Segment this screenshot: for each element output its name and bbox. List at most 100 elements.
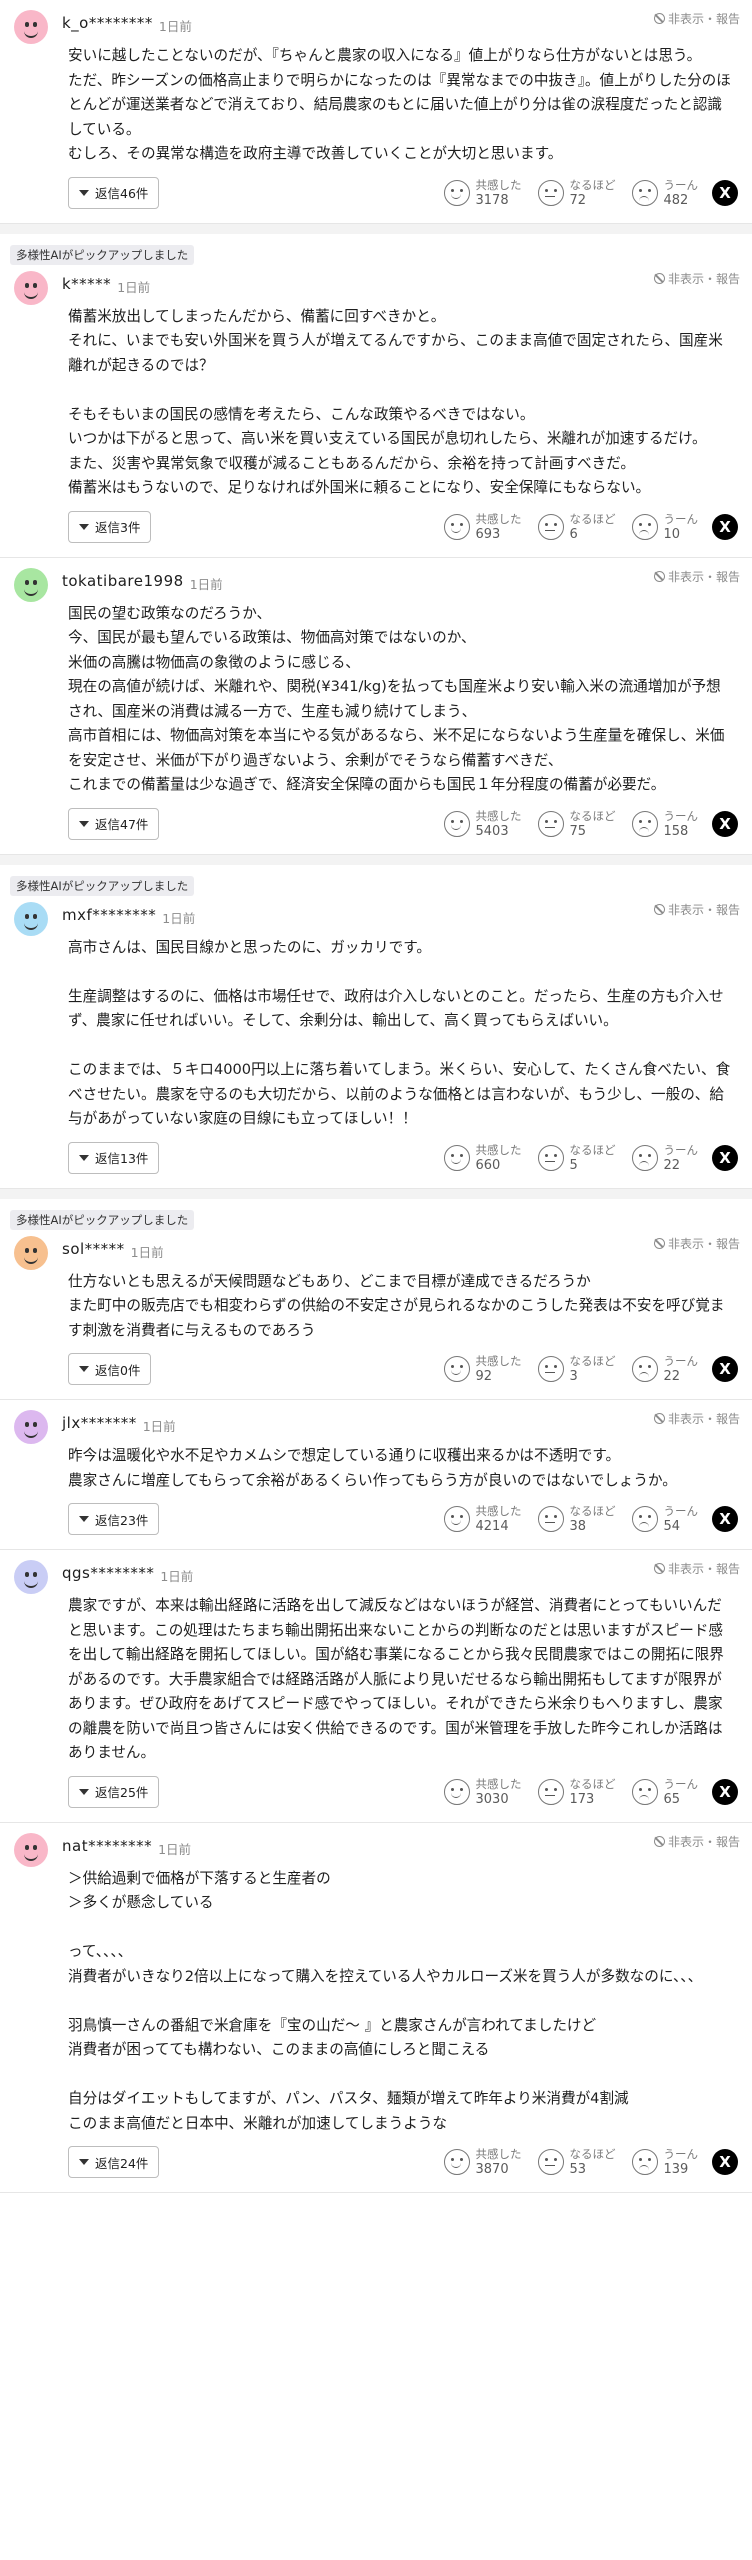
hide-icon: [653, 13, 665, 24]
insight-button[interactable]: なるほど 3: [537, 1353, 616, 1385]
avatar[interactable]: [14, 1235, 48, 1270]
neutral-face-icon: [537, 179, 564, 206]
reaction-count: 693: [475, 526, 501, 542]
hmm-button[interactable]: うーん 22: [631, 1142, 699, 1174]
comment-line: 米価の高騰は物価高の象徴のように感じる、: [68, 653, 360, 671]
hmm-button[interactable]: うーん 65: [631, 1776, 698, 1808]
x-share-icon[interactable]: X: [712, 179, 738, 206]
insight-button[interactable]: なるほど 173: [537, 1776, 616, 1808]
avatar[interactable]: [14, 270, 48, 305]
hide-report-button[interactable]: 非表示・報告: [653, 568, 740, 585]
reaction-label: 共感した: [475, 511, 522, 526]
insight-button[interactable]: なるほど 75: [537, 808, 616, 840]
reaction-count: 5: [569, 1157, 578, 1173]
hide-report-button[interactable]: 非表示・報告: [653, 1560, 740, 1577]
agree-button[interactable]: 共感した 3870: [443, 2146, 522, 2178]
reaction-label: うーん: [663, 1504, 699, 1518]
hmm-button[interactable]: うーん 482: [631, 177, 698, 209]
insight-button[interactable]: なるほど 6: [537, 511, 616, 543]
replies-button[interactable]: 返信24件: [68, 2146, 160, 2178]
comment-line: ＞多くが懸念している: [68, 1894, 214, 1911]
avatar[interactable]: [14, 1410, 48, 1444]
avatar[interactable]: [14, 1832, 48, 1867]
hide-report-button[interactable]: 非表示・報告: [653, 1410, 740, 1427]
insight-button[interactable]: なるほど 38: [537, 1503, 616, 1535]
comment-line: このまま高値だと日本中、米離れが加速してしまうような: [68, 2114, 448, 2132]
reaction-label: 共感した: [475, 177, 522, 192]
hide-icon: [653, 1835, 665, 1847]
replies-button[interactable]: 返信13件: [68, 1141, 160, 1174]
hide-icon: [653, 570, 665, 582]
replies-button[interactable]: 返信25件: [68, 1775, 160, 1808]
hmm-button[interactable]: うーん 139: [631, 2146, 699, 2178]
insight-button[interactable]: なるほど 5: [537, 1142, 616, 1174]
insight-button[interactable]: なるほど 53: [537, 2146, 616, 2178]
frown-icon: [631, 1356, 658, 1382]
comment-body: 農家ですが、本来は輸出経路に活路を出して減反などはないほうが経営、消費者にとって…: [68, 1594, 738, 1766]
username[interactable]: jlx*******: [62, 1414, 137, 1432]
chevron-down-icon: [79, 1154, 89, 1161]
frown-icon: [631, 1506, 658, 1532]
replies-label: 返信25件: [95, 1785, 149, 1800]
x-share-icon[interactable]: X: [712, 1356, 738, 1382]
timestamp: 1日前: [160, 1569, 194, 1584]
chevron-down-icon: [79, 1366, 89, 1372]
agree-button[interactable]: 共感した 5403: [443, 808, 522, 840]
insight-button[interactable]: なるほど 72: [537, 177, 616, 209]
hide-icon: [653, 903, 665, 915]
reaction-label: なるほど: [569, 1776, 616, 1791]
x-share-icon[interactable]: X: [712, 513, 738, 540]
reaction-bar: 共感した 660 なるほど 5 うーん 22 X: [428, 1142, 738, 1174]
replies-button[interactable]: 返信46件: [68, 176, 160, 209]
hmm-button[interactable]: うーん 10: [631, 511, 698, 543]
username[interactable]: k_o********: [62, 14, 153, 32]
reaction-label: うーん: [663, 1142, 699, 1157]
username[interactable]: tokatibare1998: [62, 572, 184, 590]
agree-button[interactable]: 共感した 3178: [443, 177, 522, 209]
username[interactable]: qgs********: [62, 1564, 154, 1582]
avatar[interactable]: [14, 1560, 48, 1594]
x-share-icon[interactable]: X: [712, 1144, 738, 1171]
username[interactable]: nat********: [62, 1837, 152, 1855]
x-share-icon[interactable]: X: [712, 810, 738, 837]
replies-button[interactable]: 返信0件: [68, 1353, 152, 1385]
hide-report-button[interactable]: 非表示・報告: [653, 10, 740, 27]
avatar[interactable]: [14, 901, 48, 936]
hide-report-button[interactable]: 非表示・報告: [653, 901, 740, 918]
reaction-label: なるほど: [569, 808, 616, 823]
comment-line: それに、いまでも安い外国米を買う人が増えてるんですから、このまま高値で固定された…: [68, 332, 723, 374]
agree-button[interactable]: 共感した 660: [443, 1142, 522, 1174]
avatar[interactable]: [14, 10, 48, 44]
avatar[interactable]: [14, 567, 48, 602]
reaction-count: 158: [663, 823, 689, 839]
comment-body: 安いに越したことないのだが、『ちゃんと農家の収入になる』値上がりなら仕方がないと…: [68, 44, 738, 167]
hide-report-button[interactable]: 非表示・報告: [653, 270, 740, 287]
replies-button[interactable]: 返信47件: [68, 807, 160, 840]
hide-report-button[interactable]: 非表示・報告: [653, 1235, 740, 1252]
username[interactable]: mxf********: [62, 906, 156, 924]
hide-report-button[interactable]: 非表示・報告: [653, 1833, 740, 1850]
username[interactable]: k*****: [62, 275, 111, 293]
reaction-label: 共感した: [475, 808, 522, 823]
hmm-button[interactable]: うーん 54: [631, 1503, 699, 1535]
x-share-icon[interactable]: X: [712, 2149, 738, 2175]
reaction-label: うーん: [663, 1354, 699, 1368]
username[interactable]: sol*****: [62, 1240, 125, 1258]
replies-button[interactable]: 返信3件: [68, 510, 152, 543]
reaction-count: 139: [663, 2162, 689, 2177]
comment-line: 高市さんは、国民目線かと思ったのに、ガッカリです。: [68, 938, 431, 956]
agree-button[interactable]: 共感した 4214: [443, 1503, 522, 1535]
reaction-text: うーん 139: [664, 2146, 699, 2178]
reaction-count: 3870: [475, 2162, 509, 2177]
agree-button[interactable]: 共感した 3030: [443, 1776, 522, 1808]
agree-button[interactable]: 共感した 693: [443, 511, 522, 543]
hmm-button[interactable]: うーん 158: [631, 808, 698, 840]
neutral-face-icon: [537, 513, 564, 540]
comment-line: [68, 2063, 734, 2088]
agree-button[interactable]: 共感した 92: [443, 1353, 522, 1385]
x-share-icon[interactable]: X: [712, 1778, 738, 1805]
reaction-label: うーん: [663, 2147, 699, 2161]
hmm-button[interactable]: うーん 22: [631, 1353, 699, 1385]
x-share-icon[interactable]: X: [712, 1506, 738, 1532]
replies-button[interactable]: 返信23件: [68, 1503, 160, 1535]
